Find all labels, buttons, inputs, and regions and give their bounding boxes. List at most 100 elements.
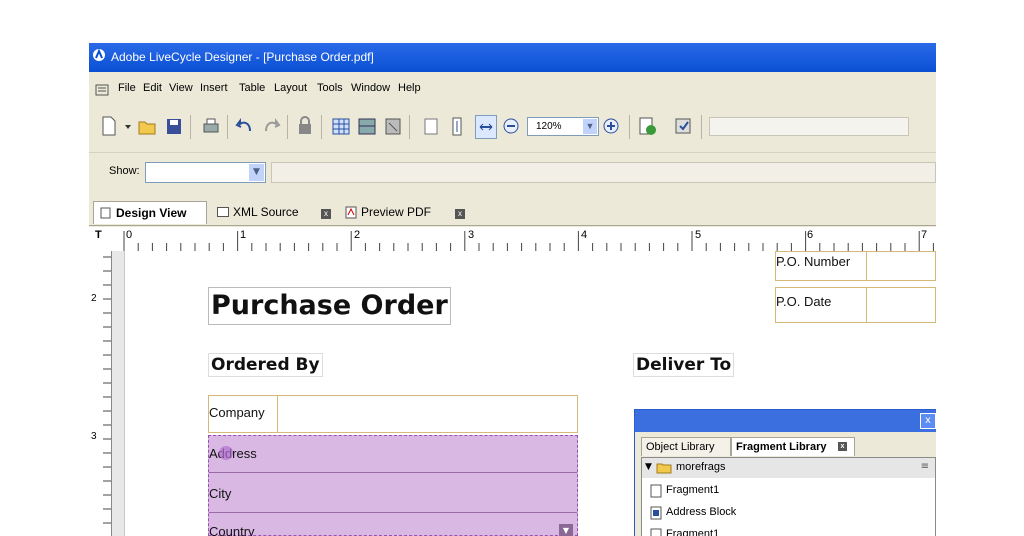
page-margin: [112, 251, 125, 536]
script-editor-bar[interactable]: [271, 162, 936, 183]
undo-icon[interactable]: [235, 115, 255, 137]
list-item[interactable]: Fragment1: [642, 481, 935, 501]
tab-object-library[interactable]: Object Library: [641, 437, 731, 456]
po-date-label: P.O. Date: [776, 294, 832, 309]
lock-icon[interactable]: [295, 115, 315, 137]
show-toolbar: Show: ▼: [89, 152, 936, 193]
window-title: Adobe LiveCycle Designer - [Purchase Ord…: [111, 50, 374, 64]
insert-table-icon[interactable]: [357, 115, 377, 137]
po-number-label: P.O. Number: [776, 254, 851, 269]
country-label: Country: [209, 524, 255, 536]
field-divider: [209, 472, 577, 473]
main-toolbar: 120% ▼: [89, 107, 936, 147]
open-folder-icon[interactable]: [137, 115, 157, 137]
po-number-field[interactable]: P.O. Number: [775, 251, 936, 281]
title-bar[interactable]: Adobe LiveCycle Designer - [Purchase Ord…: [89, 43, 936, 72]
menu-window[interactable]: Window: [351, 82, 390, 94]
xml-icon: [217, 207, 229, 217]
preview-icon[interactable]: [673, 115, 693, 137]
zoom-combobox[interactable]: 120% ▼: [527, 117, 599, 136]
menu-layout[interactable]: Layout: [274, 82, 307, 94]
deliver-to-heading[interactable]: Deliver To: [633, 353, 735, 377]
fit-width-icon[interactable]: [475, 115, 497, 139]
menu-edit[interactable]: Edit: [143, 82, 162, 94]
toolbar-separator: [190, 115, 191, 139]
list-item[interactable]: Address Block: [642, 503, 935, 523]
ruler-number: 4: [581, 229, 588, 241]
menu-tools[interactable]: Tools: [317, 82, 343, 94]
po-date-field[interactable]: P.O. Date: [775, 287, 936, 323]
expand-icon[interactable]: ▼: [645, 462, 652, 472]
panel-header[interactable]: x: [635, 410, 936, 432]
menu-icon[interactable]: ≡: [921, 461, 929, 472]
close-icon[interactable]: x: [838, 442, 847, 451]
form-title[interactable]: Purchase Order: [208, 287, 451, 325]
menu-table[interactable]: Table: [239, 82, 265, 94]
design-canvas[interactable]: Purchase Order Ordered By Deliver To P.O…: [112, 251, 936, 536]
fragment-name: Fragment1: [666, 484, 720, 496]
ruler-number: 2: [354, 229, 361, 241]
folder-name: morefrags: [676, 461, 726, 473]
close-icon[interactable]: x: [920, 413, 936, 429]
page-icon[interactable]: [421, 115, 441, 137]
zoom-in-icon[interactable]: [601, 115, 621, 137]
tab-label: XML Source: [233, 205, 299, 219]
fragment-marker-icon: [219, 446, 233, 460]
company-field[interactable]: Company: [208, 395, 578, 433]
zoom-value: 120%: [536, 121, 562, 132]
new-document-icon[interactable]: [99, 115, 119, 137]
redo-icon[interactable]: [261, 115, 281, 137]
chevron-down-icon[interactable]: ▼: [583, 119, 597, 134]
menu-view[interactable]: View: [169, 82, 193, 94]
vertical-ruler: 2 3: [89, 251, 112, 536]
toolbar-separator: [227, 115, 228, 139]
font-combobox[interactable]: [709, 117, 909, 136]
menu-file[interactable]: File: [118, 82, 136, 94]
close-icon[interactable]: x: [321, 209, 331, 219]
chevron-down-icon[interactable]: ▼: [249, 164, 264, 181]
fragment-icon: [650, 484, 662, 498]
menu-insert[interactable]: Insert: [200, 82, 228, 94]
show-label: Show:: [109, 165, 140, 177]
new-dropdown-icon[interactable]: [123, 115, 133, 137]
address-selection[interactable]: Address City Country ▼: [208, 435, 578, 536]
menu-bar: File Edit View Insert Table Layout Tools…: [89, 79, 936, 101]
tab-design-view[interactable]: Design View: [93, 201, 207, 224]
fit-height-icon[interactable]: [447, 115, 467, 137]
horizontal-ruler: T 0 1 2 3 4 5 6 7: [89, 227, 936, 252]
check-document-icon[interactable]: [637, 115, 657, 137]
close-icon[interactable]: x: [455, 209, 465, 219]
toolbar-separator: [321, 115, 322, 139]
tab-label: Fragment Library: [736, 441, 827, 453]
fragment-icon: [650, 528, 662, 536]
show-combobox[interactable]: ▼: [145, 162, 266, 183]
grid-icon[interactable]: [383, 115, 403, 137]
print-icon[interactable]: [201, 115, 221, 137]
save-icon[interactable]: [164, 115, 184, 137]
field-divider: [209, 512, 577, 513]
ruler-number: 2: [91, 293, 97, 304]
ruler-number: 1: [240, 229, 247, 241]
folder-row[interactable]: ▼ morefrags ≡: [642, 458, 935, 478]
ruler-number: 6: [807, 229, 814, 241]
ruler-number: 3: [468, 229, 475, 241]
designer-window: Adobe LiveCycle Designer - [Purchase Ord…: [89, 43, 936, 536]
folder-icon: [656, 463, 672, 474]
tab-fragment-library[interactable]: Fragment Library x: [731, 437, 855, 456]
field-divider: [866, 252, 867, 280]
fragment-list: ▼ morefrags ≡ Fragment1 Address Block Fr…: [641, 457, 936, 536]
ruler-number: 3: [91, 431, 97, 442]
fragment-icon: [650, 506, 662, 520]
tab-preview-pdf[interactable]: Preview PDF x: [341, 201, 467, 223]
menu-help[interactable]: Help: [398, 82, 421, 94]
chevron-down-icon[interactable]: ▼: [559, 524, 573, 536]
list-item[interactable]: Fragment1: [642, 525, 935, 536]
pdf-icon: [345, 206, 357, 219]
grip-icon: [95, 84, 109, 96]
field-divider: [866, 288, 867, 322]
tab-xml-source[interactable]: XML Source x: [213, 201, 333, 223]
table-icon[interactable]: [331, 115, 351, 137]
toolbar-separator: [287, 115, 288, 139]
ordered-by-heading[interactable]: Ordered By: [208, 353, 323, 377]
zoom-out-icon[interactable]: [501, 115, 521, 137]
